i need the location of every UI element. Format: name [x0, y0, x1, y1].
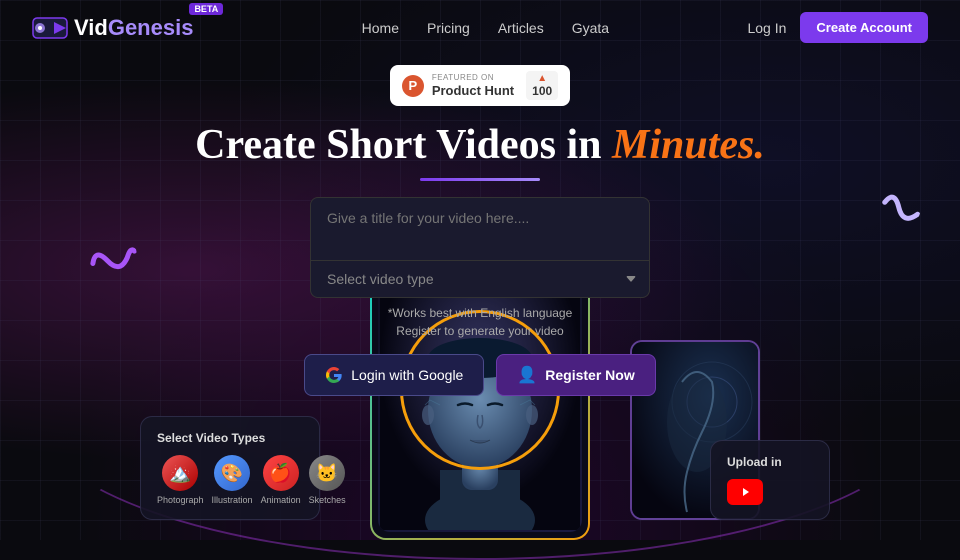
youtube-icon[interactable]: [727, 479, 763, 505]
photograph-icon: 🏔️: [162, 455, 198, 491]
vtype-animation[interactable]: 🍎 Animation: [261, 455, 301, 505]
video-title-input[interactable]: [310, 197, 650, 261]
hero-title: Create Short Videos in Minutes.: [195, 122, 765, 168]
upload-card: Upload in: [710, 440, 830, 520]
video-types-card: Select Video Types 🏔️ Photograph 🎨 Illus…: [140, 416, 320, 520]
register-button[interactable]: 👤 Register Now: [496, 354, 655, 396]
navbar: Vid Genesis BETA Home Pricing Articles G…: [0, 0, 960, 55]
nav-gyata[interactable]: Gyata: [572, 20, 609, 36]
sketches-label: Sketches: [309, 495, 346, 505]
hero-title-minutes: Minutes.: [612, 122, 765, 168]
product-hunt-badge[interactable]: P FEATURED ON Product Hunt ▲ 100: [390, 65, 570, 106]
google-login-button[interactable]: Login with Google: [304, 354, 484, 396]
main-content: P FEATURED ON Product Hunt ▲ 100 Create …: [0, 55, 960, 396]
action-buttons: Login with Google 👤 Register Now: [304, 354, 655, 396]
ph-featured-label: FEATURED ON: [432, 73, 514, 83]
user-icon: 👤: [517, 365, 537, 385]
illustration-icon: 🎨: [214, 455, 250, 491]
animation-label: Animation: [261, 495, 301, 505]
register-hint-text: Register to generate your video: [396, 324, 563, 338]
product-hunt-text: FEATURED ON Product Hunt: [432, 73, 514, 98]
sketches-icon: 🐱: [309, 455, 345, 491]
register-label: Register Now: [545, 367, 634, 383]
illustration-label: Illustration: [212, 495, 253, 505]
nav-articles[interactable]: Articles: [498, 20, 544, 36]
nav-actions: Log In Create Account: [747, 12, 928, 43]
logo-icon: [32, 14, 68, 42]
upload-card-title: Upload in: [727, 455, 813, 469]
google-icon: [325, 366, 343, 384]
video-types-card-title: Select Video Types: [157, 431, 303, 445]
nav-links: Home Pricing Articles Gyata: [362, 20, 609, 36]
logo[interactable]: Vid Genesis BETA: [32, 14, 223, 42]
helper-text: *Works best with English language: [388, 306, 573, 320]
hero-title-line1: Create Short Videos in: [195, 122, 601, 168]
logo-text-vid: Vid: [74, 15, 108, 41]
google-login-label: Login with Google: [351, 367, 463, 383]
vtype-illustration[interactable]: 🎨 Illustration: [212, 455, 253, 505]
video-type-select[interactable]: Select video type Photograph Illustratio…: [310, 261, 650, 298]
ph-arrow-icon: ▲: [537, 73, 547, 84]
beta-badge: BETA: [189, 3, 223, 15]
photograph-label: Photograph: [157, 495, 204, 505]
upload-icons: [727, 479, 813, 505]
vtype-sketches[interactable]: 🐱 Sketches: [309, 455, 346, 505]
vtype-photograph[interactable]: 🏔️ Photograph: [157, 455, 204, 505]
video-type-icons: 🏔️ Photograph 🎨 Illustration 🍎 Animation…: [157, 455, 303, 505]
create-account-button[interactable]: Create Account: [800, 12, 928, 43]
ph-score-badge: ▲ 100: [526, 71, 558, 100]
nav-home[interactable]: Home: [362, 20, 399, 36]
logo-text-genesis: Genesis: [108, 15, 194, 41]
nav-pricing[interactable]: Pricing: [427, 20, 470, 36]
login-button[interactable]: Log In: [747, 20, 786, 36]
ph-name-label: Product Hunt: [432, 83, 514, 99]
title-underline-decoration: [420, 178, 540, 181]
animation-icon: 🍎: [263, 455, 299, 491]
ph-score-number: 100: [532, 84, 552, 98]
product-hunt-icon: P: [402, 75, 424, 97]
